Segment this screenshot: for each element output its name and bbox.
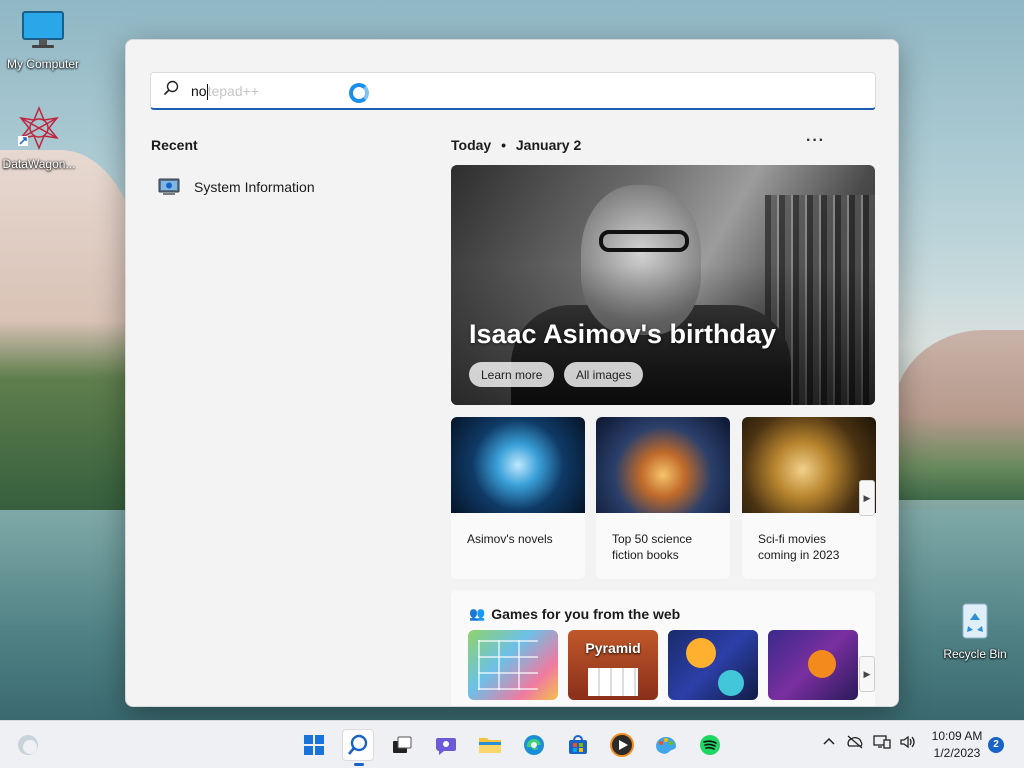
desktop-icon-label: DataWagon... — [2, 157, 76, 171]
clock-date: 1/2/2023 — [933, 746, 981, 760]
card-caption: Sci-fi movies coming in 2023 — [758, 532, 840, 562]
hero-card[interactable]: Isaac Asimov's birthday Learn more All i… — [451, 165, 875, 405]
today-label: Today — [451, 137, 492, 153]
search-autocomplete-suggestion: tepad++ — [207, 82, 259, 99]
search-box[interactable]: no tepad++ — [150, 72, 876, 110]
desktop-icon-label: My Computer — [6, 57, 80, 71]
hero-title: Isaac Asimov's birthday — [469, 319, 777, 349]
stickman-figure — [686, 638, 716, 668]
volume-icon[interactable] — [899, 735, 917, 752]
card-top-50-books[interactable]: Top 50 science fiction books — [596, 417, 730, 579]
datawagon-icon — [0, 106, 82, 153]
date-label: January 2 — [515, 137, 582, 153]
hero-figure-glasses — [599, 230, 689, 252]
stickman-game[interactable] — [668, 630, 758, 700]
basketball-game[interactable] — [768, 630, 858, 700]
cards-pile — [588, 668, 638, 696]
network-icon[interactable] — [846, 735, 864, 752]
stickman-ball — [718, 670, 744, 696]
desktop-icon-my-computer[interactable]: My Computer — [0, 10, 86, 71]
wallpaper-hill-left — [0, 150, 140, 530]
recent-item-label: System Information — [194, 179, 315, 195]
desktop-icon-recycle-bin[interactable]: Recycle Bin — [932, 598, 1018, 661]
start-icon[interactable] — [298, 729, 330, 761]
search-icon — [151, 80, 191, 101]
notification-badge[interactable]: 2 — [988, 737, 1004, 753]
recycle-bin-icon — [932, 598, 1018, 643]
file-explorer-icon[interactable] — [474, 729, 506, 761]
block-puzzle-game[interactable] — [468, 630, 558, 700]
cards-next-arrow-icon[interactable]: ▶ — [859, 480, 875, 516]
card-sci-fi-movies[interactable]: Sci-fi movies coming in 2023 — [742, 417, 876, 579]
highlights-heading: Today • January 2 — [451, 137, 581, 153]
search-panel: no tepad++ Recent System Information Toda… — [125, 39, 899, 707]
card-image-golden-bird — [742, 417, 876, 513]
weather-widget-icon[interactable] — [12, 729, 44, 761]
active-indicator — [354, 763, 364, 766]
taskbar: 10:09 AM 1/2/2023 2 — [0, 720, 1024, 768]
monitor-icon — [0, 10, 86, 53]
games-heading: 👥 Games for you from the web — [469, 606, 680, 622]
display-icon[interactable] — [873, 735, 891, 752]
store-icon[interactable] — [562, 729, 594, 761]
clock-time: 10:09 AM — [931, 729, 983, 743]
learn-more-button[interactable]: Learn more — [469, 362, 555, 387]
games-people-icon: 👥 — [469, 606, 486, 621]
games-next-arrow-icon[interactable]: ▶ — [859, 656, 875, 692]
chevron-up-icon[interactable] — [822, 735, 836, 752]
paint-icon[interactable] — [650, 729, 682, 761]
card-asimov-novels[interactable]: Asimov's novels — [451, 417, 585, 579]
desktop-icon-label: Recycle Bin — [943, 647, 1007, 661]
task-view-icon[interactable] — [386, 729, 418, 761]
card-caption: Asimov's novels — [467, 532, 553, 546]
games-title-text: Games for you from the web — [491, 606, 681, 622]
recent-item-system-information[interactable]: System Information — [158, 173, 398, 201]
games-section: 👥 Games for you from the web Pyramid ▶ — [451, 590, 875, 706]
pyramid-game-label: Pyramid — [585, 640, 641, 656]
card-image-crystal-ball — [451, 417, 585, 513]
pyramid-solitaire-game[interactable]: Pyramid — [568, 630, 658, 700]
taskbar-clock[interactable]: 10:09 AM 1/2/2023 — [926, 728, 988, 762]
wallpaper-hill-right — [894, 330, 1024, 500]
system-information-icon — [158, 178, 180, 196]
basketball — [808, 650, 836, 678]
spotify-icon[interactable] — [694, 729, 726, 761]
loading-spinner-icon — [349, 83, 369, 103]
edge-icon[interactable] — [518, 729, 550, 761]
bullet: • — [501, 137, 506, 153]
teams-chat-icon[interactable] — [430, 729, 462, 761]
taskbar-search-icon[interactable] — [342, 729, 374, 766]
card-caption: Top 50 science fiction books — [612, 532, 693, 562]
all-images-button[interactable]: All images — [564, 362, 644, 387]
puzzle-grid — [478, 640, 538, 690]
more-options-button[interactable]: ··· — [806, 132, 825, 150]
media-player-icon[interactable] — [606, 729, 638, 761]
search-typed-text: no — [191, 82, 207, 99]
recent-heading: Recent — [151, 137, 198, 153]
desktop-icon-datawagon[interactable]: DataWagon... — [0, 106, 82, 171]
card-image-open-book — [596, 417, 730, 513]
